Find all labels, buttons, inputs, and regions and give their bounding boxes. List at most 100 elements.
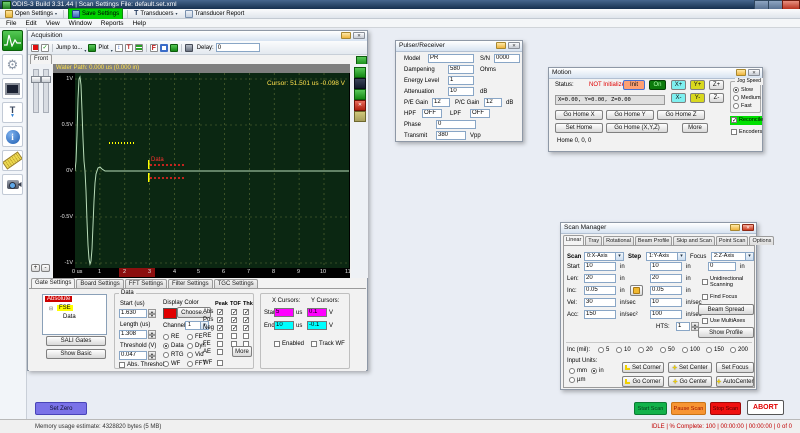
inc-mil-200-radio[interactable] — [730, 347, 736, 353]
set-home-button[interactable]: Set Home — [555, 123, 603, 133]
snapshot-icon[interactable] — [185, 44, 193, 52]
stop-scan-button[interactable]: Stop Scan — [710, 402, 741, 415]
help-icon[interactable] — [736, 69, 746, 76]
inc-mil-100-radio[interactable] — [682, 347, 688, 353]
dampening-input[interactable]: 580 — [448, 65, 474, 74]
close-icon[interactable] — [353, 32, 365, 39]
tab-skip-and-scan[interactable]: Skip and Scan — [673, 236, 714, 245]
waveform-plot-area[interactable]: Data Cursor: 51.501 us -0.098 V — [75, 73, 349, 268]
scan-manager-titlebar[interactable]: Scan Manager — [561, 223, 756, 234]
reconcile-checkbox[interactable] — [731, 117, 737, 123]
wf-peak-checkbox[interactable] — [217, 360, 223, 366]
jog-z-minus-button[interactable]: Z- — [709, 93, 724, 103]
camera-icon[interactable] — [2, 174, 23, 195]
more-button[interactable]: More — [232, 346, 252, 357]
tab-beam-profile[interactable]: Beam Profile — [635, 236, 673, 245]
delay-input[interactable]: 0 — [216, 43, 260, 52]
show-basic-button[interactable]: Show Basic — [46, 349, 106, 359]
step-len-input[interactable]: 20 — [650, 274, 682, 283]
jog-y-minus-button[interactable]: Y- — [690, 93, 705, 103]
pos-peak-checkbox[interactable] — [217, 317, 223, 323]
stop-acquire-icon[interactable] — [31, 44, 39, 52]
transducer-icon[interactable]: T ▼ — [2, 102, 23, 123]
re-peak-checkbox[interactable] — [217, 333, 223, 339]
fft-radio[interactable] — [187, 361, 193, 367]
scan-start-input[interactable]: 10 — [584, 262, 616, 271]
pos-thk-checkbox[interactable] — [243, 317, 249, 323]
measure-icon[interactable] — [354, 111, 366, 122]
tree-item-data[interactable]: Data — [63, 314, 76, 320]
abort-button[interactable]: ABORT — [747, 400, 784, 415]
trigger-icon[interactable]: T — [125, 44, 133, 52]
set-focus-button[interactable]: Set Focus — [716, 362, 754, 373]
jog-x-minus-button[interactable]: X- — [671, 93, 686, 103]
close-icon[interactable] — [742, 224, 754, 231]
vertical-scale-icon[interactable]: ↕ — [115, 44, 123, 52]
step-start-input[interactable]: 10 — [650, 262, 682, 271]
tab-front[interactable]: Front — [30, 54, 52, 64]
waveform-icon[interactable] — [2, 30, 23, 51]
continuous-acquire-icon[interactable]: ✓ — [41, 44, 49, 52]
hts-input[interactable]: 1 — [676, 322, 690, 331]
unit-mm-radio[interactable] — [569, 368, 575, 374]
ae-peak-checkbox[interactable] — [217, 349, 223, 355]
transducer-report-button[interactable]: Transducer Report — [183, 10, 247, 18]
length-input[interactable]: 1.308 — [119, 330, 147, 339]
tree-item-absolute[interactable]: Absolute — [45, 296, 72, 302]
encoders-checkbox[interactable] — [731, 129, 737, 135]
zoom-window-icon[interactable] — [160, 44, 168, 52]
gain-slider[interactable] — [33, 69, 39, 113]
menu-window[interactable]: Window — [69, 20, 92, 27]
more-button[interactable]: More — [682, 123, 708, 133]
gate-tree[interactable]: Absolute ⊟ FSE Data — [42, 294, 107, 335]
scan-acc-input[interactable]: 150 — [584, 310, 616, 319]
find-focus-checkbox[interactable] — [702, 294, 708, 300]
hpf-input[interactable]: OFF — [422, 109, 442, 118]
re-thk-checkbox[interactable] — [243, 333, 249, 339]
scan-axis-select[interactable]: 0:X-Axis — [584, 252, 624, 261]
pe-gain-input[interactable]: 12 — [432, 98, 450, 107]
tab-board-settings[interactable]: Board Settings — [76, 279, 123, 288]
step-vel-input[interactable]: 10 — [650, 298, 682, 307]
menu-file[interactable]: File — [6, 20, 16, 27]
pos-tof-checkbox[interactable] — [231, 317, 237, 323]
go-home-z-button[interactable]: Go Home Z — [657, 110, 705, 120]
data-radio[interactable] — [163, 343, 169, 349]
cursor-start-x-input[interactable]: 5 — [274, 308, 294, 317]
abs-threshold-checkbox[interactable] — [119, 362, 125, 368]
clear-icon[interactable]: ✕ — [354, 100, 366, 111]
help-icon[interactable] — [341, 32, 351, 39]
wf-radio[interactable] — [163, 361, 169, 367]
close-icon[interactable] — [508, 42, 520, 49]
grid-icon[interactable] — [170, 44, 178, 52]
inc-mil-10-radio[interactable] — [616, 347, 622, 353]
ruler-icon[interactable] — [2, 150, 23, 171]
abs-peak-checkbox[interactable] — [217, 309, 223, 315]
open-settings-button[interactable]: Open Settings — [3, 10, 59, 18]
set-center-button[interactable]: +Set Center — [668, 362, 712, 373]
init-button[interactable]: Init — [623, 80, 645, 90]
unidirectional-checkbox[interactable] — [702, 279, 708, 285]
step-axis-select[interactable]: 1:Y-Axis — [646, 252, 686, 261]
menu-view[interactable]: View — [46, 20, 60, 27]
layers-icon[interactable] — [135, 44, 143, 52]
energy-input[interactable]: 1 — [448, 76, 474, 85]
rtg-radio[interactable] — [163, 352, 169, 358]
cursors-enabled-checkbox[interactable] — [274, 341, 280, 347]
close-icon[interactable] — [748, 69, 760, 76]
go-corner-button[interactable]: Go Corner — [622, 376, 664, 387]
scan-inc-input[interactable]: 0.05 — [584, 286, 616, 295]
menu-edit[interactable]: Edit — [25, 20, 36, 27]
auto-center-button[interactable]: +AutoCenter — [716, 376, 754, 387]
go-home-x-button[interactable]: Go Home X — [555, 110, 603, 120]
inc-mil-5-radio[interactable] — [598, 347, 604, 353]
tab-options[interactable]: Options — [749, 236, 774, 245]
sn-input[interactable]: 0000 — [494, 54, 520, 63]
tab-linear[interactable]: Linear — [563, 235, 584, 245]
neg-tof-checkbox[interactable] — [231, 325, 237, 331]
menu-reports[interactable]: Reports — [101, 20, 124, 27]
re-tof-checkbox[interactable] — [231, 333, 237, 339]
cursor-end-y-input[interactable]: -0.1 — [307, 321, 327, 330]
speed-slow-radio[interactable] — [733, 87, 739, 93]
jog-y-plus-button[interactable]: Y+ — [690, 80, 705, 90]
